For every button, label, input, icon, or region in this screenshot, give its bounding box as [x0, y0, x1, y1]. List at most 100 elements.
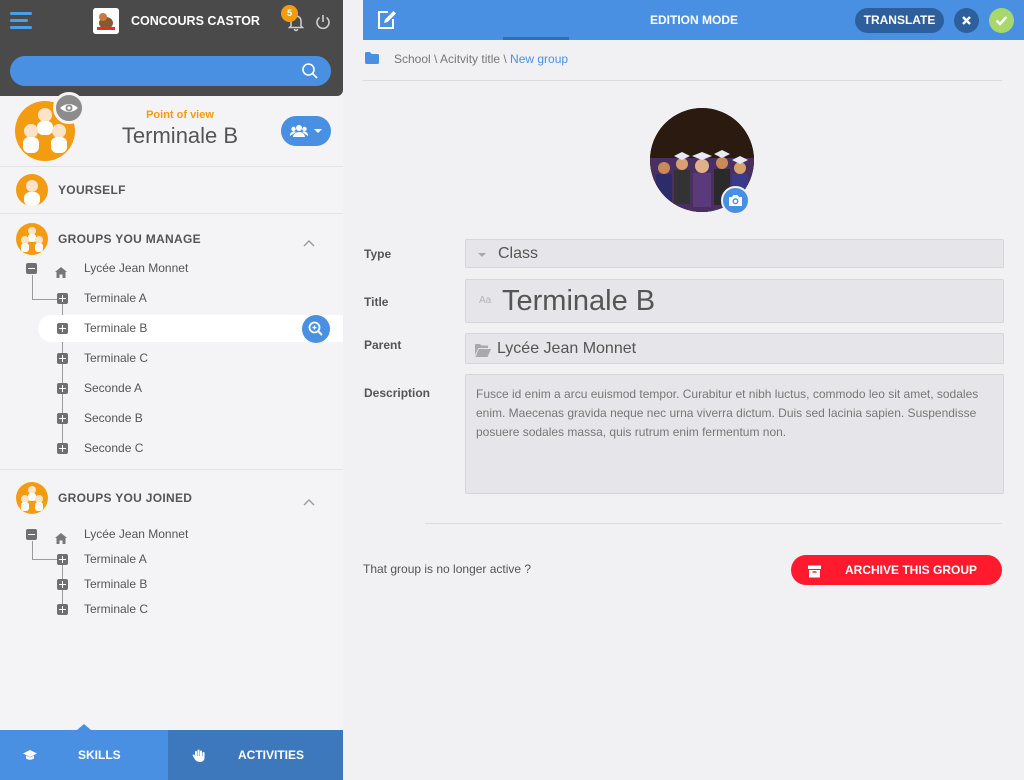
archive-group-button[interactable]: ARCHIVE THIS GROUP [791, 555, 1002, 585]
expand-toggle[interactable] [57, 413, 68, 424]
yourself-label: YOURSELF [58, 183, 126, 197]
groups-joined-title: GROUPS YOU JOINED [58, 491, 193, 505]
main-panel: EDITION MODE TRANSLATE School \ Acitvity… [363, 0, 1024, 780]
chevron-up-icon[interactable] [302, 233, 316, 247]
divider [0, 469, 343, 470]
parent-value: Lycée Jean Monnet [497, 340, 637, 357]
point-of-view-name: Terminale B [121, 123, 239, 148]
tree-item-label: Terminale B [84, 321, 148, 335]
folder-icon [365, 52, 379, 64]
search-input[interactable] [22, 62, 292, 80]
check-icon[interactable] [989, 8, 1014, 33]
collapse-toggle[interactable] [26, 263, 37, 274]
edit-icon[interactable] [376, 9, 398, 31]
divider [425, 523, 1002, 524]
divider [0, 213, 343, 214]
switch-group-button[interactable] [281, 116, 331, 146]
search-bar [10, 56, 331, 86]
groups-joined-header[interactable]: GROUPS YOU JOINED [0, 478, 343, 518]
folder-open-icon [475, 342, 491, 357]
title-value: Terminale B [502, 285, 656, 317]
tree-item-manage[interactable]: Seconde C [0, 437, 343, 461]
tree-root-label: Lycée Jean Monnet [84, 527, 189, 541]
expand-toggle[interactable] [57, 443, 68, 454]
expand-toggle[interactable] [57, 604, 68, 615]
title-input[interactable]: Aa Terminale B [465, 279, 1004, 323]
tree-item-manage[interactable]: Terminale C [0, 347, 343, 371]
tree-item-label: Terminale C [84, 602, 149, 616]
tree-item-manage[interactable]: Seconde A [0, 377, 343, 401]
tree-item-manage[interactable]: Terminale A [0, 287, 343, 311]
group-avatar [16, 482, 48, 514]
search-icon[interactable] [301, 62, 319, 80]
tree-item-label: Seconde B [84, 411, 143, 425]
tree-item-label: Seconde A [84, 381, 143, 395]
tree-item-joined[interactable]: Terminale A [0, 548, 343, 572]
tab-activities[interactable]: ACTIVITIES [168, 730, 343, 780]
tree-item-label: Seconde C [84, 441, 144, 455]
breadcrumb-path[interactable]: School \ Acitvity title \ [394, 52, 510, 66]
zoom-in-icon[interactable] [302, 315, 330, 343]
archive-button-label: ARCHIVE THIS GROUP [845, 563, 978, 577]
tree-root-manage[interactable]: Lycée Jean Monnet [0, 257, 343, 281]
collapse-toggle[interactable] [26, 529, 37, 540]
groups-manage-title: GROUPS YOU MANAGE [58, 232, 201, 246]
toolbar-accent [503, 37, 569, 40]
app-logo [93, 8, 119, 34]
tree-item-label: Terminale C [84, 351, 149, 365]
description-value: Fusce id enim a arcu euismod tempor. Cur… [476, 387, 979, 439]
parent-select[interactable]: Lycée Jean Monnet [465, 333, 1004, 364]
type-label: Type [364, 247, 392, 261]
expand-toggle[interactable] [57, 579, 68, 590]
close-icon[interactable] [954, 8, 979, 33]
tree-item-manage[interactable]: Seconde B [0, 407, 343, 431]
bottom-tabs: SKILLS ACTIVITIES [0, 724, 343, 780]
divider [363, 80, 1002, 81]
groups-manage-header[interactable]: GROUPS YOU MANAGE [0, 219, 343, 259]
expand-toggle[interactable] [57, 383, 68, 394]
type-value: Class [498, 245, 539, 262]
expand-toggle[interactable] [57, 323, 68, 334]
type-select[interactable]: Class [465, 239, 1004, 268]
breadcrumb-current[interactable]: New group [510, 52, 568, 66]
description-label: Description [364, 386, 431, 400]
tree-item-manage-selected[interactable]: Terminale B [0, 317, 343, 341]
breadcrumb-text: School \ Acitvity title \ New group [394, 52, 568, 66]
archive-question: That group is no longer active ? [363, 562, 532, 576]
parent-label: Parent [364, 338, 402, 352]
tree-root-label: Lycée Jean Monnet [84, 261, 189, 275]
app-title: CONCOURS CASTOR [131, 14, 260, 28]
tree-item-joined[interactable]: Terminale B [0, 573, 343, 597]
tab-skills[interactable]: SKILLS [0, 724, 168, 780]
text-icon: Aa [479, 295, 492, 306]
edition-toolbar: EDITION MODE TRANSLATE [363, 0, 1024, 40]
title-label: Title [364, 295, 389, 309]
tree-item-label: Terminale A [84, 291, 147, 305]
description-textarea[interactable]: Fusce id enim a arcu euismod tempor. Cur… [465, 374, 1004, 494]
tree-item-joined[interactable]: Terminale C [0, 598, 343, 622]
chevron-up-icon[interactable] [302, 492, 316, 506]
translate-button[interactable]: TRANSLATE [855, 8, 944, 33]
yourself-item[interactable]: YOURSELF [0, 170, 343, 210]
tree-root-joined[interactable]: Lycée Jean Monnet [0, 523, 343, 547]
expand-toggle[interactable] [57, 554, 68, 565]
mode-title: EDITION MODE [649, 13, 738, 27]
user-avatar [16, 174, 48, 206]
tab-skills-label: SKILLS [78, 748, 121, 762]
camera-icon[interactable] [721, 186, 750, 215]
caret-down-icon [478, 253, 486, 257]
power-icon[interactable] [314, 13, 332, 31]
menu-icon[interactable] [10, 12, 32, 32]
divider [0, 166, 343, 167]
archive-icon [808, 563, 821, 578]
home-icon [55, 529, 67, 544]
expand-toggle[interactable] [57, 353, 68, 364]
expand-toggle[interactable] [57, 293, 68, 304]
tab-activities-label: ACTIVITIES [238, 748, 305, 762]
active-tab-indicator [77, 724, 91, 730]
graduation-cap-icon [23, 747, 37, 761]
sidebar-topbar: CONCOURS CASTOR 5 [0, 0, 343, 96]
home-icon [55, 263, 67, 278]
sidebar: CONCOURS CASTOR 5 Point of view Terminal… [0, 0, 343, 780]
notification-badge: 5 [281, 5, 298, 22]
